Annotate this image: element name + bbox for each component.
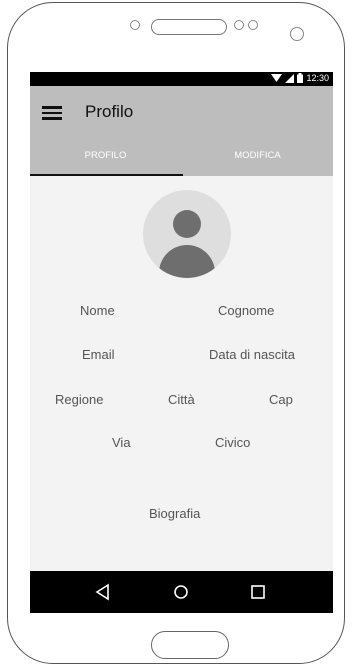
earpiece-speaker bbox=[151, 19, 227, 35]
home-circle-icon[interactable] bbox=[171, 582, 191, 602]
field-citta: Città bbox=[168, 392, 195, 407]
field-biografia: Biografia bbox=[149, 506, 201, 521]
status-bar: 12:30 bbox=[30, 72, 333, 86]
wifi-icon bbox=[271, 73, 283, 82]
status-time: 12:30 bbox=[306, 73, 329, 83]
avatar[interactable] bbox=[143, 190, 231, 278]
navigation-bar bbox=[30, 571, 333, 613]
field-data-nascita: Data di nascita bbox=[209, 347, 295, 362]
page-title: Profilo bbox=[85, 102, 134, 121]
tab-indicator bbox=[30, 174, 183, 176]
field-nome: Nome bbox=[80, 303, 115, 318]
battery-icon bbox=[297, 73, 304, 83]
field-cognome: Cognome bbox=[218, 303, 275, 318]
field-via: Via bbox=[112, 435, 131, 450]
field-email: Email bbox=[82, 347, 115, 362]
tab-profilo[interactable]: PROFILO bbox=[30, 150, 181, 161]
field-regione: Regione bbox=[55, 392, 104, 407]
signal-icon bbox=[285, 73, 295, 83]
field-civico: Civico bbox=[215, 435, 251, 450]
camera-icon bbox=[290, 27, 304, 41]
back-triangle-icon[interactable] bbox=[93, 582, 113, 602]
screen: 12:30 Profilo PROFILO MODIFICA Nome Cogn… bbox=[30, 72, 333, 613]
hardware-home-button[interactable] bbox=[151, 631, 229, 659]
menu-icon[interactable] bbox=[42, 106, 62, 120]
recents-square-icon[interactable] bbox=[248, 582, 268, 602]
person-body bbox=[159, 245, 215, 278]
app-bar: Profilo PROFILO MODIFICA bbox=[30, 86, 333, 176]
sensor-icon bbox=[234, 20, 244, 30]
field-cap: Cap bbox=[269, 392, 293, 407]
front-camera-icon bbox=[130, 20, 140, 30]
tab-modifica[interactable]: MODIFICA bbox=[182, 150, 333, 161]
sensor-icon bbox=[248, 20, 258, 30]
person-icon bbox=[173, 210, 201, 238]
